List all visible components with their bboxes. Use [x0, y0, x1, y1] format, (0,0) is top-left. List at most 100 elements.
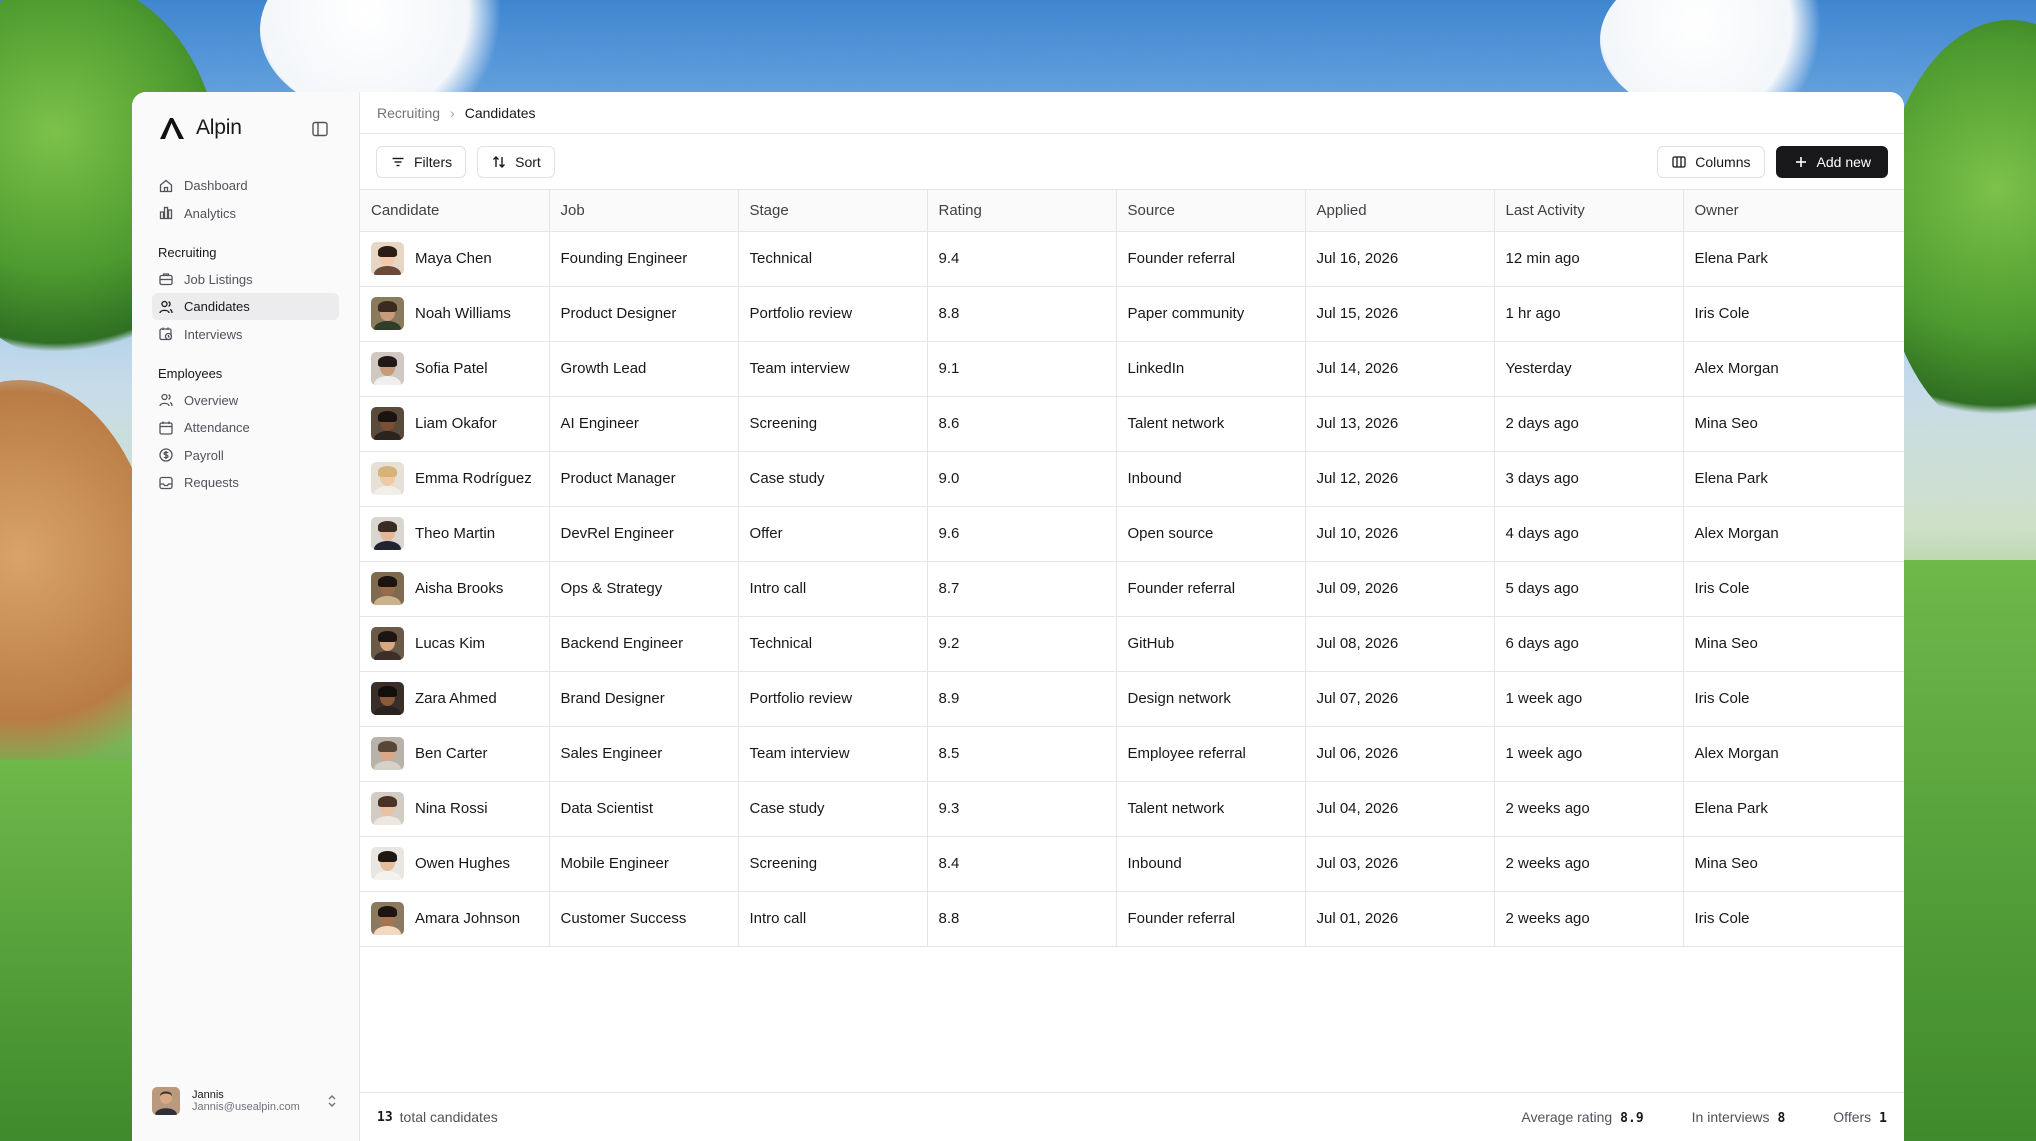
in-interviews-label: In interviews: [1691, 1108, 1770, 1125]
table-row[interactable]: Lucas Kim Backend Engineer Technical 9.2 Git…: [360, 616, 1904, 672]
column-header-source[interactable]: Source: [1116, 190, 1306, 232]
candidate-cell: Sofia Patel: [371, 352, 538, 385]
candidate-name[interactable]: Amara Johnson: [415, 910, 520, 927]
cell-stage: Team interview: [738, 726, 928, 782]
cell-stage: Team interview: [738, 341, 928, 397]
table-row[interactable]: Nina Rossi Data Scientist Case study 9.3 Tal…: [360, 781, 1904, 837]
sidebar-item-attendance[interactable]: Attendance: [152, 414, 339, 441]
sidebar-item-dashboard[interactable]: Dashboard: [152, 172, 339, 199]
table-row[interactable]: Amara Johnson Customer Success Intro call 8…: [360, 891, 1904, 947]
cell-source: Employee referral: [1116, 726, 1306, 782]
sidebar-toggle-icon[interactable]: [311, 120, 329, 138]
sidebar-item-candidates[interactable]: Candidates: [152, 293, 339, 320]
nav-group-recruiting: Recruiting: [158, 244, 217, 260]
candidate-cell: Maya Chen: [371, 242, 538, 275]
cell-candidate: Owen Hughes: [360, 836, 550, 892]
table-row[interactable]: Emma Rodríguez Product Manager Case study 9…: [360, 451, 1904, 507]
users-icon: [159, 393, 173, 407]
sort-button[interactable]: Sort: [477, 145, 555, 178]
cell-applied: Jul 06, 2026: [1305, 726, 1495, 782]
candidate-name[interactable]: Emma Rodríguez: [415, 470, 532, 487]
table-row[interactable]: Zara Ahmed Brand Designer Portfolio review…: [360, 671, 1904, 727]
cell-applied: Jul 04, 2026: [1305, 781, 1495, 837]
add-new-button[interactable]: Add new: [1775, 146, 1888, 178]
column-header-owner[interactable]: Owner: [1683, 190, 1904, 232]
cell-applied: Jul 12, 2026: [1305, 451, 1495, 507]
candidate-name[interactable]: Nina Rossi: [415, 800, 488, 817]
cell-job: Backend Engineer: [549, 616, 739, 672]
cell-job: Sales Engineer: [549, 726, 739, 782]
offers-stat: Offers 1: [1833, 1109, 1887, 1126]
cell-stage: Intro call: [738, 561, 928, 617]
cell-candidate: Emma Rodríguez: [360, 451, 550, 507]
table-row[interactable]: Owen Hughes Mobile Engineer Screening 8.4 In…: [360, 836, 1904, 892]
cell-stage: Technical: [738, 616, 928, 672]
candidate-name[interactable]: Theo Martin: [415, 525, 495, 542]
sidebar-item-interviews[interactable]: Interviews: [152, 321, 339, 348]
table-row[interactable]: Maya Chen Founding Engineer Technical 9.4 Fo…: [360, 231, 1904, 287]
breadcrumb-recruiting[interactable]: Recruiting: [377, 105, 440, 121]
cell-owner: Iris Cole: [1683, 891, 1904, 947]
cell-rating: 9.0: [927, 451, 1117, 507]
cell-applied: Jul 15, 2026: [1305, 286, 1495, 342]
cell-stage: Case study: [738, 451, 928, 507]
sidebar-item-label: Payroll: [184, 447, 224, 463]
cell-last-activity: 1 hr ago: [1494, 286, 1684, 342]
cell-rating: 8.5: [927, 726, 1117, 782]
candidate-cell: Amara Johnson: [371, 902, 538, 935]
candidate-cell: Aisha Brooks: [371, 572, 538, 605]
calendar-icon: [159, 421, 173, 435]
column-header-rating[interactable]: Rating: [927, 190, 1117, 232]
sidebar-item-job-listings[interactable]: Job Listings: [152, 266, 339, 293]
cell-applied: Jul 14, 2026: [1305, 341, 1495, 397]
table-row[interactable]: Theo Martin DevRel Engineer Offer 9.6 Open s…: [360, 506, 1904, 562]
candidate-cell: Lucas Kim: [371, 627, 538, 660]
cell-source: Design network: [1116, 671, 1306, 727]
cell-candidate: Amara Johnson: [360, 891, 550, 947]
avatar: [371, 847, 404, 880]
sidebar-item-requests[interactable]: Requests: [152, 469, 339, 496]
filters-button[interactable]: Filters: [376, 145, 467, 178]
candidate-cell: Owen Hughes: [371, 847, 538, 880]
avatar: [371, 407, 404, 440]
cell-job: Data Scientist: [549, 781, 739, 837]
column-header-applied[interactable]: Applied: [1305, 190, 1495, 232]
chevron-right-icon: ›: [450, 104, 455, 121]
cell-job: Mobile Engineer: [549, 836, 739, 892]
table-footer: 13 total candidates Average rating 8.9 In…: [360, 1092, 1904, 1141]
sidebar-item-analytics[interactable]: Analytics: [152, 200, 339, 227]
cell-owner: Alex Morgan: [1683, 506, 1904, 562]
column-header-candidate[interactable]: Candidate: [360, 190, 550, 232]
cell-owner: Alex Morgan: [1683, 341, 1904, 397]
column-header-job[interactable]: Job: [549, 190, 739, 232]
cell-stage: Case study: [738, 781, 928, 837]
table-row[interactable]: Aisha Brooks Ops & Strategy Intro call 8.7 F…: [360, 561, 1904, 617]
cell-source: GitHub: [1116, 616, 1306, 672]
candidate-name[interactable]: Sofia Patel: [415, 360, 488, 377]
column-header-last-activity[interactable]: Last Activity: [1494, 190, 1684, 232]
table-row[interactable]: Sofia Patel Growth Lead Team interview 9.1 L…: [360, 341, 1904, 397]
column-header-stage[interactable]: Stage: [738, 190, 928, 232]
candidate-name[interactable]: Maya Chen: [415, 250, 492, 267]
cell-last-activity: 5 days ago: [1494, 561, 1684, 617]
candidate-name[interactable]: Owen Hughes: [415, 855, 510, 872]
cell-last-activity: 2 weeks ago: [1494, 836, 1684, 892]
total-count-label: total candidates: [399, 1109, 498, 1125]
candidate-name[interactable]: Ben Carter: [415, 745, 488, 762]
candidate-name[interactable]: Aisha Brooks: [415, 580, 503, 597]
candidate-name[interactable]: Noah Williams: [415, 305, 511, 322]
candidate-name[interactable]: Liam Okafor: [415, 415, 497, 432]
cell-job: AI Engineer: [549, 396, 739, 452]
sidebar-item-payroll[interactable]: Payroll: [152, 442, 339, 469]
candidate-name[interactable]: Lucas Kim: [415, 635, 485, 652]
columns-button[interactable]: Columns: [1657, 146, 1765, 178]
table-row[interactable]: Liam Okafor AI Engineer Screening 8.6 Talent…: [360, 396, 1904, 452]
cell-last-activity: 6 days ago: [1494, 616, 1684, 672]
cell-stage: Intro call: [738, 891, 928, 947]
cell-job: Brand Designer: [549, 671, 739, 727]
user-menu[interactable]: Jannis Jannis@usealpin.com: [152, 1083, 345, 1119]
table-row[interactable]: Noah Williams Product Designer Portfolio r…: [360, 286, 1904, 342]
table-row[interactable]: Ben Carter Sales Engineer Team interview 8.…: [360, 726, 1904, 782]
sidebar-item-overview[interactable]: Overview: [152, 387, 339, 414]
candidate-name[interactable]: Zara Ahmed: [415, 690, 497, 707]
